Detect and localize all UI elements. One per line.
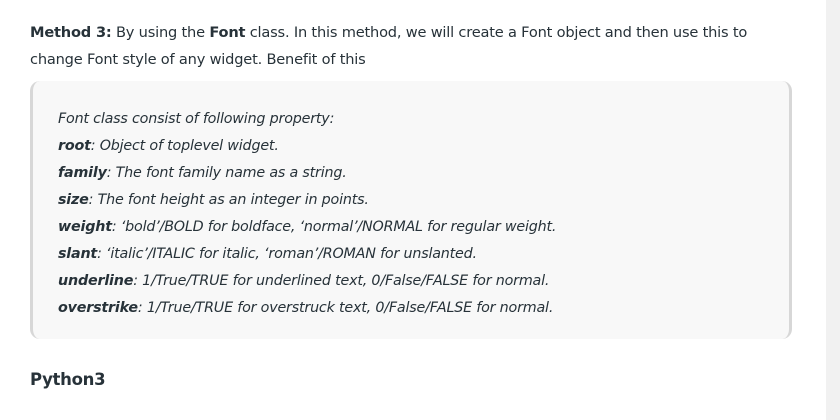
property-name: slant [58,246,98,262]
note-box: Font class consist of following property… [30,81,792,339]
property-desc: : Object of toplevel widget. [90,138,279,154]
section-heading-python3: Python3 [30,370,106,389]
intro-text-before: By using the [111,24,210,41]
method-paragraph: Method 3: By using the Font class. In th… [30,19,800,73]
property-desc: : ‘italic’/ITALIC for italic, ‘roman’/RO… [97,246,477,262]
property-line-slant: slant: ‘italic’/ITALIC for italic, ‘roma… [58,241,789,268]
property-line-size: size: The font height as an integer in p… [58,187,789,214]
property-desc: : The font height as an integer in point… [88,192,369,208]
property-name: size [58,192,89,208]
property-desc: : ‘bold’/BOLD for boldface, ‘normal’/NOR… [111,219,557,235]
font-class-name: Font [209,24,246,41]
method-label: Method 3: [30,24,112,41]
property-name: overstrike [58,300,138,316]
property-line-root: root: Object of toplevel widget. [58,133,789,160]
property-desc: : 1/True/TRUE for underlined text, 0/Fal… [133,273,550,289]
page-scrollbar[interactable] [826,0,840,420]
article-page: Method 3: By using the Font class. In th… [0,0,840,420]
property-line-underline: underline: 1/True/TRUE for underlined te… [58,268,789,295]
property-name: family [58,165,107,181]
property-line-weight: weight: ‘bold’/BOLD for boldface, ‘norma… [58,214,789,241]
property-line-family: family: The font family name as a string… [58,160,789,187]
property-name: underline [58,273,134,289]
note-heading: Font class consist of following property… [58,111,335,127]
property-desc: : 1/True/TRUE for overstruck text, 0/Fal… [137,300,554,316]
property-name: root [58,138,91,154]
property-name: weight [58,219,112,235]
property-line-overstrike: overstrike: 1/True/TRUE for overstruck t… [58,295,789,322]
property-desc: : The font family name as a string. [106,165,347,181]
